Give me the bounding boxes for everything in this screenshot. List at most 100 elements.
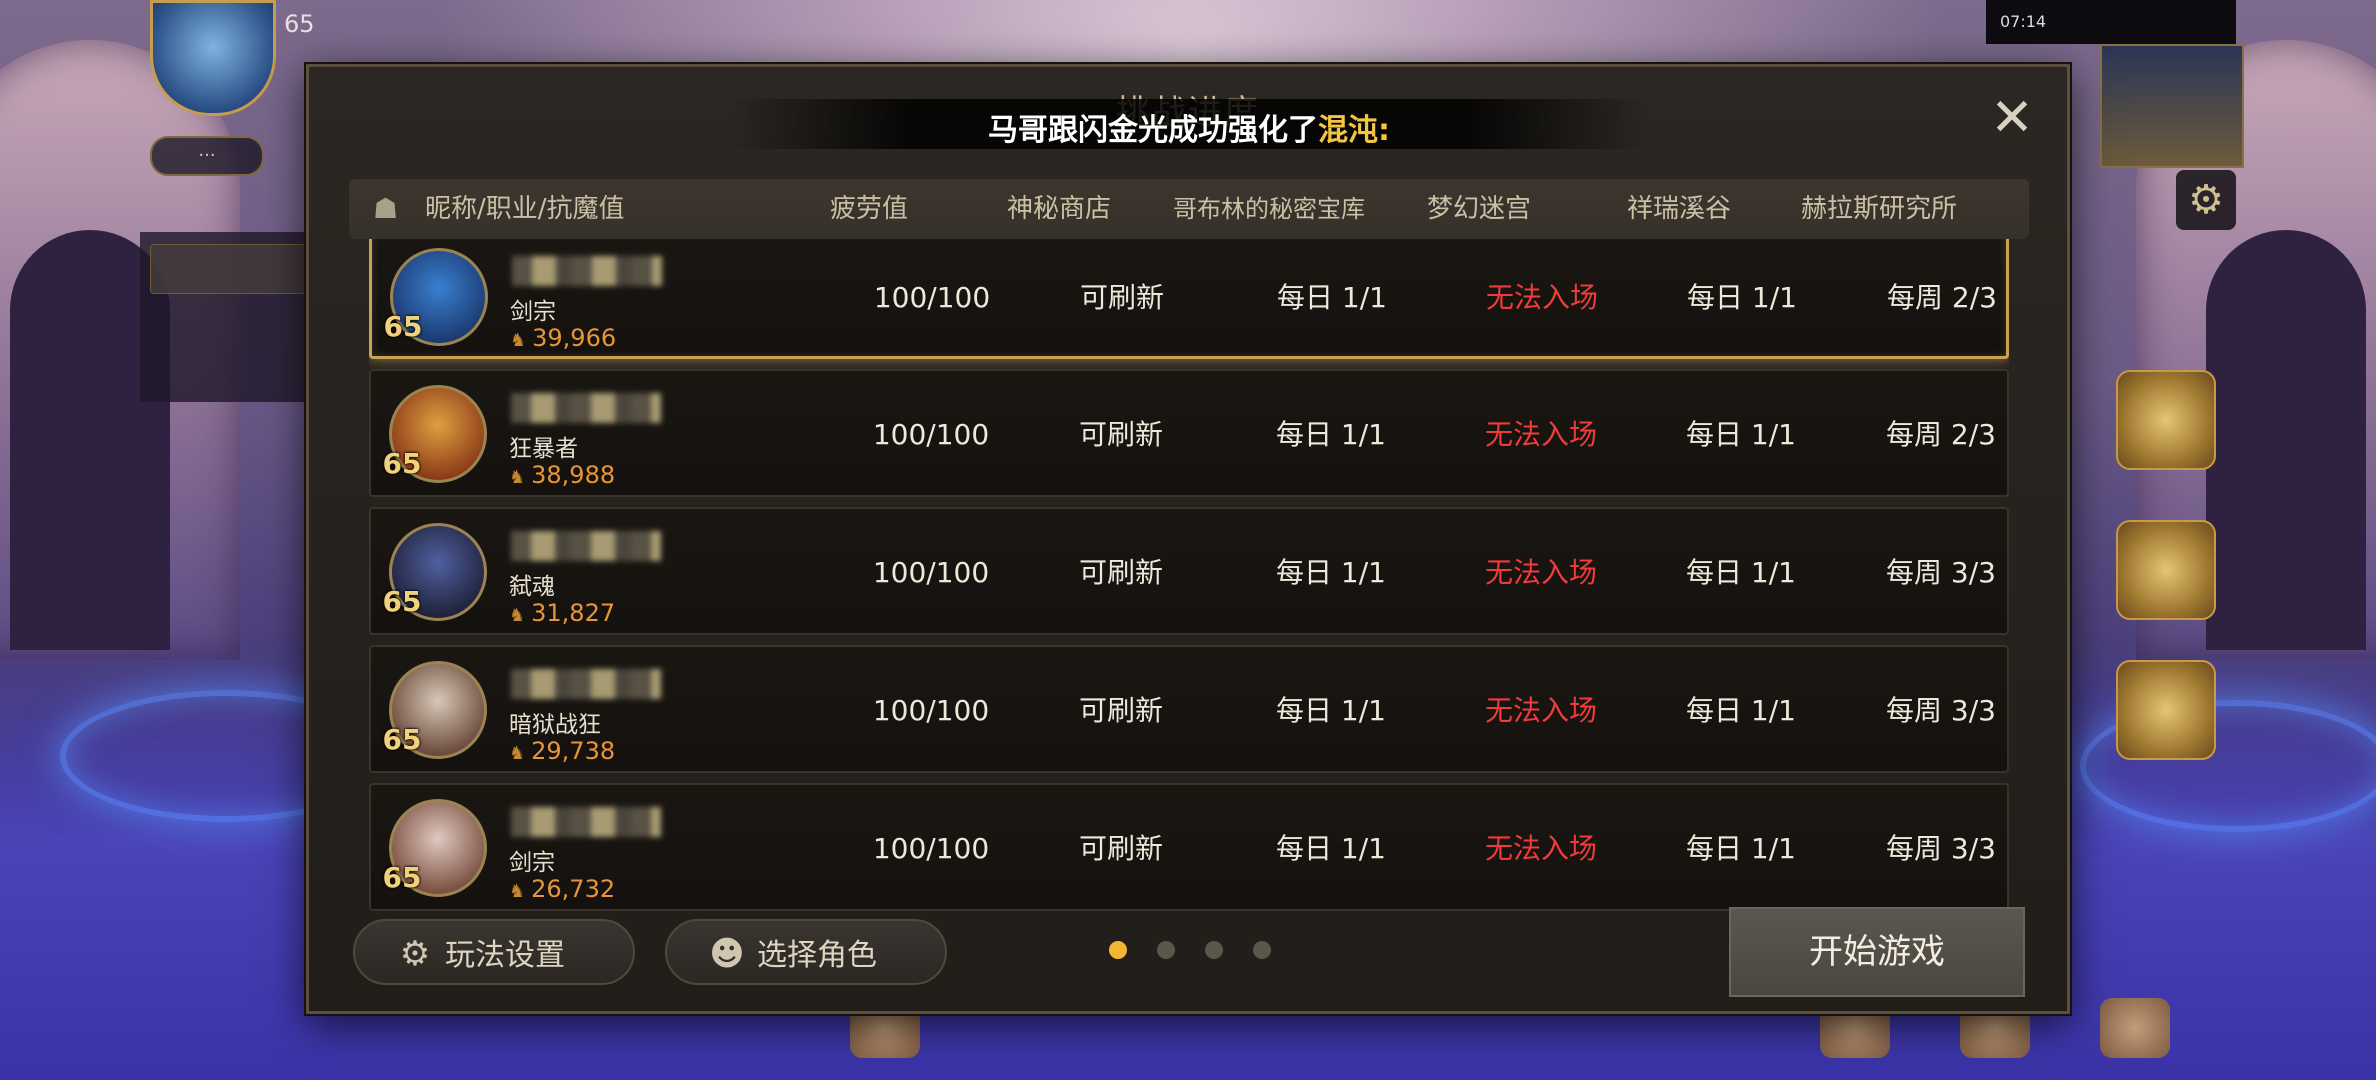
close-icon[interactable]: ✕ [1987, 92, 2037, 144]
lab-status: 每周 3/3 [1886, 832, 1996, 865]
maze-status: 无法入场 [1484, 694, 1597, 727]
status-bar: 07:14 [1986, 0, 2236, 44]
character-job: 狂暴者 [509, 436, 578, 462]
page-dot[interactable] [1253, 941, 1271, 959]
shop-status: 可刷新 [1079, 281, 1164, 314]
power-icon: ♞ [509, 467, 526, 488]
goblin-status: 每日 1/1 [1276, 694, 1386, 727]
announcement-main: 马哥跟闪金光成功强化了 [988, 113, 1318, 148]
col-header-valley: 祥瑞溪谷 [1626, 194, 1731, 224]
col-header-maze: 梦幻迷宫 [1426, 194, 1531, 224]
anti-magic-power: ♞ 39,966 [510, 324, 616, 352]
blurred-nickname [511, 807, 661, 837]
lab-status: 每周 3/3 [1886, 694, 1996, 727]
announcement-text: 马哥跟闪金光成功强化了混沌: [729, 105, 1649, 149]
valley-status: 每日 1/1 [1686, 832, 1796, 865]
anti-magic-power: ♞ 31,827 [509, 599, 615, 627]
page-dot[interactable] [1157, 941, 1175, 959]
col-header-name: 昵称/职业/抗魔值 [425, 194, 625, 224]
treasure-icon[interactable] [2116, 660, 2216, 760]
maze-status: 无法入场 [1484, 832, 1597, 865]
blurred-nickname [511, 531, 661, 561]
lab-status: 每周 2/3 [1886, 418, 1996, 451]
character-icon: ☻ [709, 934, 745, 974]
game-settings-label: 玩法设置 [445, 938, 565, 973]
level-badge: 65 [380, 304, 426, 350]
goblin-status: 每日 1/1 [1277, 281, 1387, 314]
power-icon: ♞ [509, 743, 526, 764]
power-value: 26,732 [531, 875, 616, 903]
blurred-nickname [512, 256, 662, 286]
announcement-banner: 马哥跟闪金光成功强化了混沌: [729, 99, 1649, 149]
player-avatar[interactable] [150, 0, 276, 116]
anti-magic-power: ♞ 38,988 [509, 461, 615, 489]
fatigue-value: 100/100 [872, 418, 990, 451]
maze-status: 无法入场 [1484, 418, 1597, 451]
challenge-progress-dialog: 挑战进度 马哥跟闪金光成功强化了混沌: ✕ ☗ 昵称/职业/抗魔值 疲劳值 神秘… [306, 64, 2070, 1014]
shop-status: 可刷新 [1078, 832, 1163, 865]
shop-status: 可刷新 [1078, 694, 1163, 727]
anti-magic-power: ♞ 26,732 [509, 875, 615, 903]
level-badge: 65 [379, 717, 425, 763]
power-value: 38,988 [531, 461, 616, 489]
announcement-suffix: : [1378, 113, 1390, 148]
level-badge: 65 [379, 579, 425, 625]
goblin-status: 每日 1/1 [1276, 556, 1386, 589]
shop-status: 可刷新 [1078, 418, 1163, 451]
page-dot-active[interactable] [1109, 941, 1127, 959]
character-head-icon: ☗ [373, 192, 399, 225]
shop-status: 可刷新 [1078, 556, 1163, 589]
fatigue-value: 100/100 [872, 832, 990, 865]
announcement-highlight: 混沌 [1318, 113, 1378, 148]
fatigue-value: 100/100 [872, 556, 990, 589]
valley-status: 每日 1/1 [1686, 556, 1796, 589]
shield-icon[interactable] [2116, 520, 2216, 620]
power-icon: ♞ [509, 881, 526, 902]
blurred-nickname [511, 393, 661, 423]
fatigue-value: 100/100 [872, 694, 990, 727]
col-header-goblin: 哥布林的秘密宝库 [1173, 195, 1365, 223]
character-job: 剑宗 [510, 299, 556, 325]
col-header-shop: 神秘商店 [1006, 194, 1111, 224]
table-row[interactable]: 65 剑宗 ♞ 26,732 100/100 可刷新 每日 1/1 无法入场 每日… [369, 783, 2009, 911]
game-settings-button[interactable]: ⚙ 玩法设置 [353, 919, 635, 985]
lab-status: 每周 3/3 [1886, 556, 1996, 589]
power-value: 31,827 [531, 599, 616, 627]
blurred-nickname [511, 669, 661, 699]
table-row[interactable]: 65 暗狱战狂 ♞ 29,738 100/100 可刷新 每日 1/1 无法入场 … [369, 645, 2009, 773]
level-badge: 65 [379, 441, 425, 487]
player-level: 65 [284, 10, 315, 38]
page-dot[interactable] [1205, 941, 1223, 959]
select-character-button[interactable]: ☻ 选择角色 [665, 919, 947, 985]
hud-menu-button[interactable]: ··· [150, 136, 264, 176]
character-job: 暗狱战狂 [509, 712, 601, 738]
maze-status: 无法入场 [1484, 556, 1597, 589]
col-header-fatigue: 疲劳值 [829, 194, 908, 224]
col-header-lab: 赫拉斯研究所 [1800, 194, 1957, 224]
start-game-button[interactable]: 开始游戏 [1729, 907, 2025, 997]
table-row[interactable]: 65 狂暴者 ♞ 38,988 100/100 可刷新 每日 1/1 无法入场 每… [369, 369, 2009, 497]
valley-status: 每日 1/1 [1686, 694, 1796, 727]
lab-status: 每周 2/3 [1887, 281, 1997, 314]
table-row[interactable]: 65 弑魂 ♞ 31,827 100/100 可刷新 每日 1/1 无法入场 每日… [369, 507, 2009, 635]
gear-icon[interactable]: ⚙ [2176, 170, 2236, 230]
anti-magic-power: ♞ 29,738 [509, 737, 615, 765]
bottom-menu-icon[interactable] [2100, 998, 2170, 1058]
gear-icon: ⚙ [399, 934, 431, 974]
goblin-status: 每日 1/1 [1276, 418, 1386, 451]
power-value: 39,966 [532, 324, 617, 352]
table-row[interactable]: 65 剑宗 ♞ 39,966 100/100 可刷新 每日 1/1 无法入场 每日… [369, 239, 2009, 359]
power-value: 29,738 [531, 737, 616, 765]
character-job: 弑魂 [509, 574, 555, 600]
character-list: 65 剑宗 ♞ 39,966 100/100 可刷新 每日 1/1 无法入场 每日… [369, 239, 2009, 947]
goblin-status: 每日 1/1 [1276, 832, 1386, 865]
crossed-swords-icon[interactable] [2116, 370, 2216, 470]
select-character-label: 选择角色 [757, 938, 877, 973]
power-icon: ♞ [510, 330, 527, 351]
valley-status: 每日 1/1 [1687, 281, 1797, 314]
maze-status: 无法入场 [1485, 281, 1598, 314]
table-header: ☗ 昵称/职业/抗魔值 疲劳值 神秘商店 哥布林的秘密宝库 梦幻迷宫 祥瑞溪谷 … [349, 179, 2029, 239]
valley-status: 每日 1/1 [1686, 418, 1796, 451]
quest-panel[interactable] [140, 232, 1790, 402]
minimap[interactable] [2100, 44, 2244, 168]
